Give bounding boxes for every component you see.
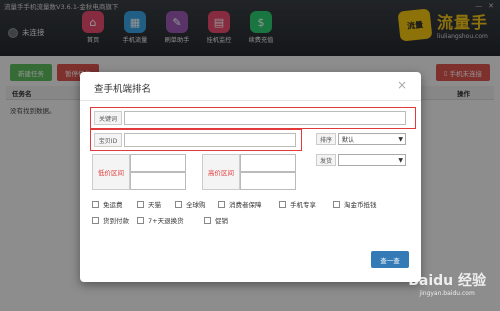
baobei-input[interactable] — [124, 133, 296, 147]
checkbox-cod[interactable]: 货到付款 — [92, 215, 129, 225]
low-price-min-input[interactable] — [130, 154, 186, 172]
checkbox-7day-return[interactable]: 7+天退换货 — [137, 215, 184, 225]
checkbox-icon — [204, 216, 211, 224]
checkbox-label: 免运费 — [103, 201, 123, 209]
checkbox-icon — [137, 200, 144, 208]
checkbox-label: 促销 — [215, 217, 228, 225]
baobei-label: 宝贝ID — [94, 133, 122, 147]
low-price-label: 低价区间 — [92, 154, 130, 190]
checkbox-label: 全球购 — [186, 201, 206, 209]
checkbox-label: 淘金币抵钱 — [344, 201, 377, 209]
watermark: Baidu 经验 jingyan.baidu.com — [408, 270, 486, 297]
checkbox-free-shipping[interactable]: 免运费 — [92, 199, 123, 209]
checkbox-promotion[interactable]: 促销 — [204, 215, 228, 225]
dialog-title: 查手机端排名 — [94, 84, 152, 95]
ship-select[interactable]: ▼ — [338, 154, 406, 166]
checkbox-icon — [218, 200, 225, 208]
checkbox-label: 手机专享 — [290, 201, 316, 209]
watermark-sub: jingyan.baidu.com — [419, 290, 475, 297]
checkbox-global[interactable]: 全球购 — [175, 199, 206, 209]
ship-label: 发货 — [316, 154, 336, 166]
checkbox-icon — [137, 216, 144, 224]
checkbox-tmall[interactable]: 天猫 — [137, 199, 161, 209]
chevron-down-icon: ▼ — [398, 157, 403, 164]
search-button[interactable]: 查一查 — [371, 251, 409, 268]
keyword-label: 关键词 — [94, 111, 122, 125]
checkbox-icon — [333, 200, 340, 208]
chevron-down-icon: ▼ — [398, 136, 403, 143]
divider — [80, 100, 421, 101]
checkbox-icon — [279, 200, 286, 208]
high-price-max-input[interactable] — [240, 172, 296, 190]
keyword-input[interactable] — [124, 111, 406, 125]
checkbox-icon — [175, 200, 182, 208]
sort-value: 默认 — [342, 136, 355, 144]
sort-select[interactable]: 默认 ▼ — [338, 133, 406, 145]
rank-query-dialog: 查手机端排名 × 关键词 宝贝ID 排序 默认 ▼ 发货 ▼ 低价区间 高价区间… — [80, 72, 421, 282]
high-price-label: 高价区间 — [202, 154, 240, 190]
checkbox-taojinbi[interactable]: 淘金币抵钱 — [333, 199, 377, 209]
checkbox-label: 货到付款 — [103, 217, 129, 225]
checkbox-icon — [92, 200, 99, 208]
checkbox-icon — [92, 216, 99, 224]
checkbox-consumer-protect[interactable]: 消费者保障 — [218, 199, 262, 209]
checkbox-label: 天猫 — [148, 201, 161, 209]
watermark-main: Baidu 经验 — [408, 273, 486, 289]
close-icon[interactable]: × — [397, 78, 407, 92]
checkbox-mobile-only[interactable]: 手机专享 — [279, 199, 316, 209]
sort-label: 排序 — [316, 133, 336, 145]
checkbox-label: 消费者保障 — [229, 201, 262, 209]
low-price-max-input[interactable] — [130, 172, 186, 190]
checkbox-label: 7+天退换货 — [148, 217, 184, 225]
high-price-min-input[interactable] — [240, 154, 296, 172]
